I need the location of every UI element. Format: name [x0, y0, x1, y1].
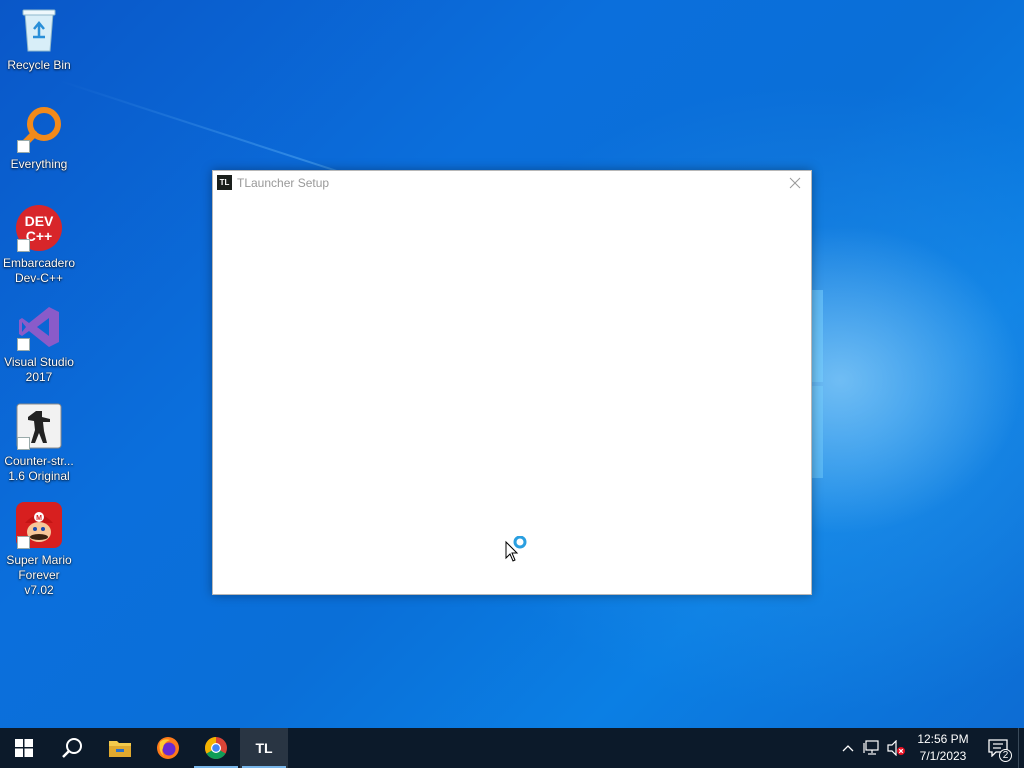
network-status-button[interactable]: [860, 728, 884, 768]
magnifier-icon: [15, 105, 63, 153]
chrome-icon: [205, 737, 227, 759]
desktop-icon-recycle-bin[interactable]: Recycle Bin: [2, 6, 76, 73]
desktop-icon-label: Super Mario Forever v7.02: [6, 553, 72, 597]
tlauncher-icon: TL: [255, 740, 273, 756]
clock-date: 7/1/2023: [919, 749, 967, 763]
desktop-icon-devcpp[interactable]: DEV C++ Embarcadero Dev-C++: [2, 204, 76, 286]
tlauncher-app-icon: TL: [217, 175, 232, 190]
shortcut-arrow-icon: [17, 536, 30, 549]
recycle-bin-icon: [15, 6, 63, 54]
taskbar-tlauncher[interactable]: TL: [240, 728, 288, 768]
taskbar: TL 12:56 PM 7/1/2023 2: [0, 728, 1024, 768]
close-button[interactable]: [785, 173, 805, 193]
windows-logo-icon: [15, 739, 33, 757]
visual-studio-icon: [15, 303, 63, 351]
desktop-icon-super-mario[interactable]: M Super Mario Forever v7.02: [2, 501, 76, 598]
taskbar-clock[interactable]: 12:56 PM 7/1/2023: [912, 728, 974, 768]
firefox-icon: [157, 737, 179, 759]
search-button[interactable]: [48, 728, 96, 768]
desktop[interactable]: Recycle Bin Everything DEV C++ Embarcade…: [0, 0, 1024, 728]
desktop-icon-label: Counter-str... 1.6 Original: [4, 454, 74, 483]
network-icon: [863, 740, 879, 755]
svg-text:DEV: DEV: [25, 213, 54, 229]
devcpp-icon: DEV C++: [15, 204, 63, 252]
volume-muted-icon: [887, 740, 905, 756]
window-titlebar[interactable]: TL TLauncher Setup: [213, 171, 811, 194]
desktop-icon-label: Everything: [10, 157, 68, 171]
chevron-up-icon: [842, 745, 854, 752]
desktop-icon-label: Embarcadero Dev-C++: [2, 256, 76, 285]
desktop-icon-visual-studio[interactable]: Visual Studio 2017: [2, 303, 76, 385]
folder-icon: [109, 741, 131, 757]
tlauncher-setup-window[interactable]: TL TLauncher Setup: [212, 170, 812, 595]
desktop-icon-counter-strike[interactable]: Counter-str... 1.6 Original: [2, 402, 76, 484]
taskbar-firefox[interactable]: [144, 728, 192, 768]
desktop-icon-label: Visual Studio 2017: [4, 355, 74, 384]
action-center-button[interactable]: 2: [978, 728, 1018, 768]
shortcut-arrow-icon: [17, 338, 30, 351]
close-icon: [789, 177, 801, 189]
counter-strike-icon: [15, 402, 63, 450]
svg-text:M: M: [36, 515, 42, 522]
show-desktop-button[interactable]: [1018, 728, 1024, 768]
window-title: TLauncher Setup: [237, 175, 330, 190]
taskbar-chrome[interactable]: [192, 728, 240, 768]
notification-count-badge: 2: [999, 749, 1012, 762]
shortcut-arrow-icon: [17, 437, 30, 450]
show-hidden-icons-button[interactable]: [836, 728, 860, 768]
busy-cursor-icon: [505, 535, 531, 569]
shortcut-arrow-icon: [17, 140, 30, 153]
system-tray: 12:56 PM 7/1/2023 2: [836, 728, 1024, 768]
start-button[interactable]: [0, 728, 48, 768]
search-icon: [62, 738, 82, 758]
shortcut-arrow-icon: [17, 239, 30, 252]
mario-icon: M: [15, 501, 63, 549]
wallpaper-windows-logo-pane: [811, 290, 823, 382]
desktop-icon-label: Recycle Bin: [7, 58, 71, 72]
desktop-icon-everything[interactable]: Everything: [2, 105, 76, 172]
clock-time: 12:56 PM: [917, 732, 969, 746]
volume-button[interactable]: [884, 728, 908, 768]
wallpaper-windows-logo-pane: [811, 386, 823, 478]
taskbar-file-explorer[interactable]: [96, 728, 144, 768]
